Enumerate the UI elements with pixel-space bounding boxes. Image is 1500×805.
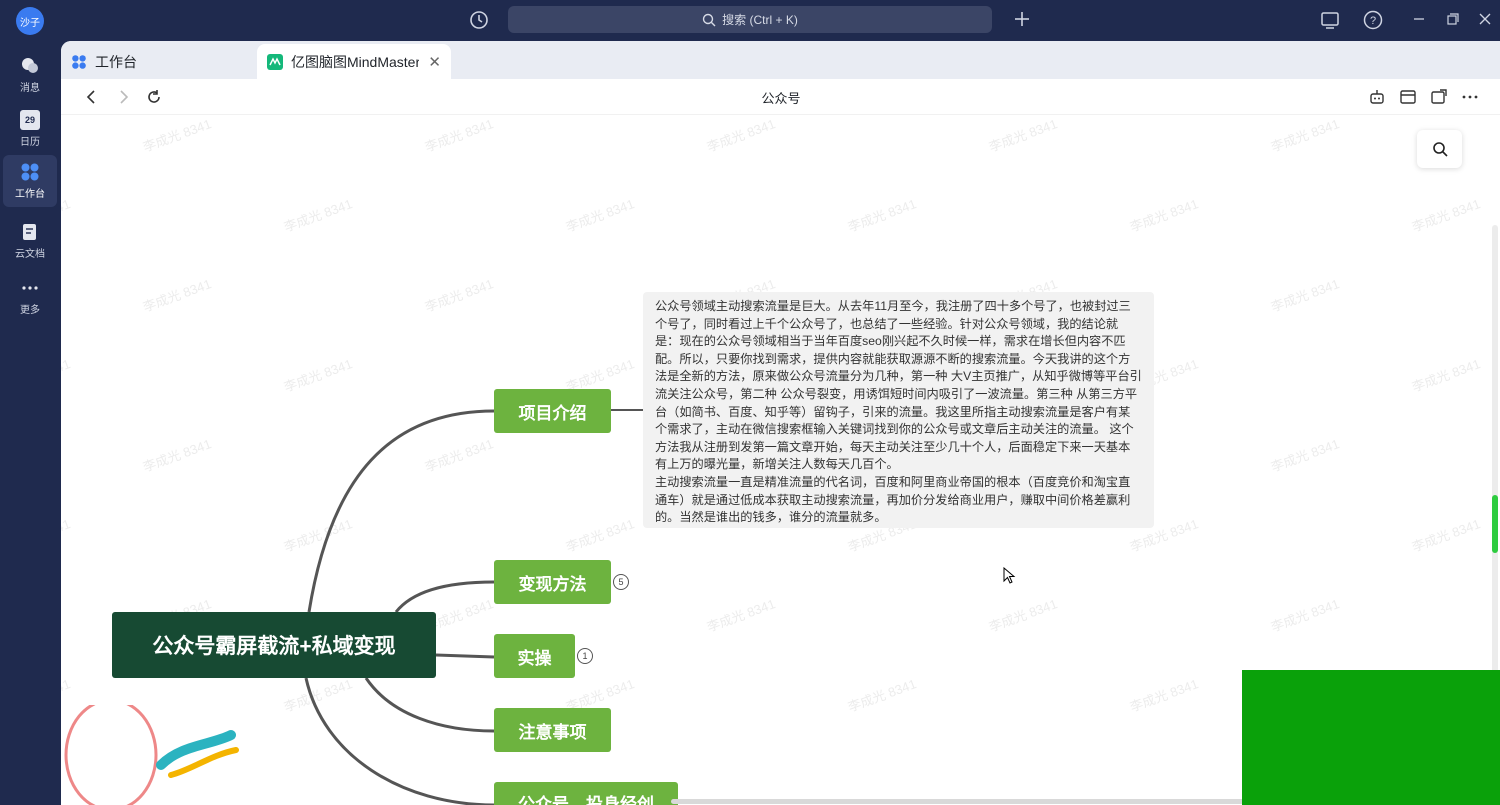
workspace-icon	[72, 54, 86, 69]
user-avatar[interactable]: 沙子	[16, 7, 44, 35]
left-rail: 消息 29 日历 工作台 云文档 更多	[0, 41, 61, 805]
rail-item-cloud-docs[interactable]: 云文档	[3, 215, 57, 267]
svg-text:?: ?	[1370, 15, 1376, 27]
new-tab-plus-icon[interactable]	[1012, 9, 1032, 29]
rail-item-messages[interactable]: 消息	[3, 49, 57, 101]
rail-item-calendar[interactable]: 29 日历	[3, 103, 57, 155]
vertical-scrollbar[interactable]	[1492, 225, 1498, 695]
rail-label: 消息	[20, 83, 40, 94]
mindmap-canvas[interactable]: 李成光 8341 李成光 8341 李成光 8341 李成光 8341 李成光 8341…	[61, 115, 1500, 805]
vertical-scroll-thumb[interactable]	[1492, 495, 1498, 553]
horizontal-scrollbar[interactable]	[671, 799, 1251, 804]
forward-icon[interactable]	[114, 88, 132, 106]
tab-bar: 工作台 亿图脑图MindMaster ✕	[61, 41, 1500, 79]
nav-bar: 公众号	[61, 79, 1500, 115]
tab-label: 工作台	[95, 53, 137, 70]
tab-mindmaster[interactable]: 亿图脑图MindMaster ✕	[257, 44, 451, 79]
branch-node-partial[interactable]: 公众号，投身经创	[494, 782, 678, 805]
tab-workspace[interactable]: 工作台	[61, 44, 256, 79]
note-paragraph: 主动搜索流量一直是精准流量的代名词，百度和阿里商业帝国的根本（百度竞价和淘宝直通…	[655, 474, 1131, 525]
decorative-sticker	[64, 705, 239, 805]
search-icon	[1432, 142, 1448, 157]
title-bar: 沙子 搜索 (Ctrl + K) ?	[0, 0, 1500, 41]
project-intro-note[interactable]: 公众号领域主动搜索流量是巨大。从去年11月至今，我注册了四十多个号了，也被封过三…	[643, 292, 1154, 528]
history-icon[interactable]	[468, 9, 490, 31]
calendar-icon: 29	[20, 110, 40, 130]
more-options-icon[interactable]	[1461, 88, 1479, 106]
open-external-icon[interactable]	[1430, 88, 1448, 106]
mouse-cursor-icon	[1003, 567, 1016, 584]
minimize-icon[interactable]	[1411, 11, 1427, 27]
rail-label: 更多	[20, 305, 40, 316]
green-overlay-block	[1242, 670, 1500, 805]
mindmap-root-node[interactable]: 公众号霸屏截流+私域变现	[112, 612, 436, 678]
robot-icon[interactable]	[1368, 88, 1386, 106]
search-placeholder: 搜索 (Ctrl + K)	[722, 13, 798, 27]
window-mode-icon[interactable]	[1399, 88, 1417, 106]
tab-close-icon[interactable]: ✕	[428, 53, 441, 71]
branch-node-practice[interactable]: 实操	[494, 634, 575, 678]
branch-node-project-intro[interactable]: 项目介绍	[494, 389, 611, 433]
mindmaster-icon	[267, 53, 283, 70]
canvas-search-button[interactable]	[1417, 130, 1462, 168]
search-icon	[702, 13, 716, 26]
rail-label: 工作台	[15, 189, 45, 200]
branch-node-notes[interactable]: 注意事项	[494, 708, 611, 752]
branch-node-monetization[interactable]: 变现方法	[494, 560, 611, 604]
task-monitor-icon[interactable]	[1319, 9, 1341, 31]
workspace-icon	[21, 163, 39, 181]
close-icon[interactable]	[1477, 11, 1493, 27]
more-icon	[22, 286, 38, 290]
rail-item-more[interactable]: 更多	[3, 271, 57, 323]
cloud-doc-icon	[23, 224, 36, 240]
main-window: 工作台 亿图脑图MindMaster ✕ 公众号 李成光 8341 李成光 83…	[61, 41, 1500, 805]
rail-label: 云文档	[15, 249, 45, 260]
note-paragraph: 公众号领域主动搜索流量是巨大。从去年11月至今，我注册了四十多个号了，也被封过三…	[655, 299, 1142, 472]
restore-icon[interactable]	[1445, 11, 1461, 27]
help-icon[interactable]: ?	[1362, 9, 1384, 31]
back-icon[interactable]	[83, 88, 101, 106]
page-title: 公众号	[761, 91, 801, 106]
global-search-bar[interactable]: 搜索 (Ctrl + K)	[508, 6, 992, 33]
tab-label: 亿图脑图MindMaster	[291, 53, 419, 70]
rail-label: 日历	[20, 137, 40, 148]
refresh-icon[interactable]	[145, 88, 163, 106]
collapsed-count-badge[interactable]: 1	[577, 648, 593, 664]
rail-item-workspace[interactable]: 工作台	[3, 155, 57, 207]
collapsed-count-badge[interactable]: 5	[613, 574, 629, 590]
chat-icon	[22, 58, 38, 73]
